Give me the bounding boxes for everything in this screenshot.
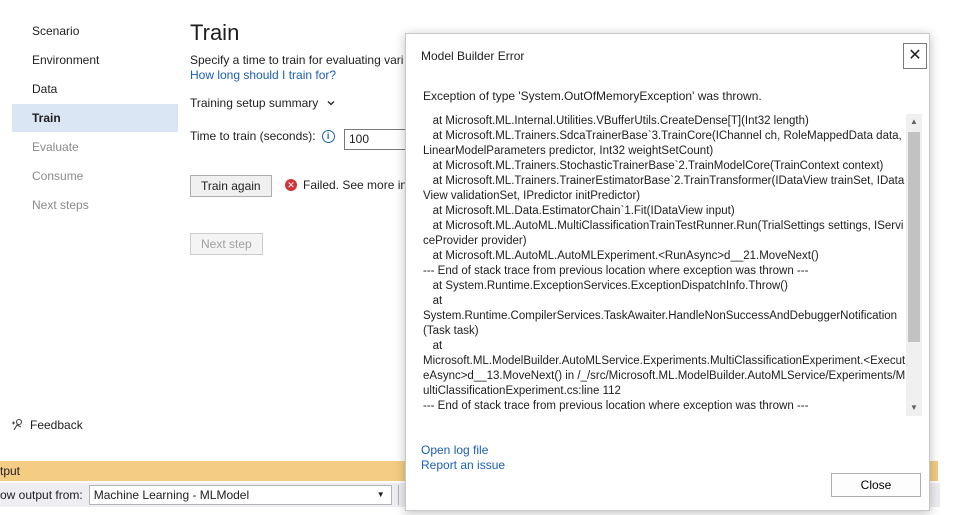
training-summary-toggle[interactable]: Training setup summary bbox=[190, 96, 336, 110]
feedback-label: Feedback bbox=[30, 418, 83, 432]
stack-trace-text: at Microsoft.ML.Internal.Utilities.VBuff… bbox=[423, 115, 906, 412]
sidebar-item-consume[interactable]: Consume bbox=[12, 162, 178, 190]
show-output-label: ow output from: bbox=[0, 488, 83, 502]
stack-trace-scrollbar[interactable]: ▲ ▼ bbox=[906, 114, 922, 416]
sidebar-item-evaluate[interactable]: Evaluate bbox=[12, 133, 178, 161]
sidebar: Scenario Environment Data Train Evaluate… bbox=[0, 0, 180, 455]
how-long-link[interactable]: How long should I train for? bbox=[190, 68, 336, 82]
scroll-thumb[interactable] bbox=[908, 132, 920, 342]
dropdown-arrow-icon: ▼ bbox=[376, 490, 385, 499]
page-title: Train bbox=[190, 20, 240, 45]
train-panel: Train Specify a time to train for evalua… bbox=[190, 0, 405, 455]
sidebar-item-train[interactable]: Train bbox=[12, 104, 178, 132]
dialog-title: Model Builder Error bbox=[421, 49, 525, 63]
sidebar-item-scenario[interactable]: Scenario bbox=[12, 17, 178, 45]
output-source-value: Machine Learning - MLModel bbox=[93, 488, 250, 502]
sidebar-item-data[interactable]: Data bbox=[12, 75, 178, 103]
train-again-button[interactable]: Train again bbox=[190, 175, 272, 197]
report-issue-link[interactable]: Report an issue bbox=[421, 458, 505, 472]
next-step-button[interactable]: Next step bbox=[190, 233, 263, 255]
toolbar-divider bbox=[397, 485, 399, 505]
sidebar-item-environment[interactable]: Environment bbox=[12, 46, 178, 74]
dialog-close-icon-button[interactable]: ✕ bbox=[903, 43, 927, 69]
time-label-text: Time to train (seconds): bbox=[190, 129, 316, 143]
status-message: ✕ Failed. See more in bbox=[285, 178, 405, 192]
info-icon[interactable]: i bbox=[321, 129, 335, 143]
error-dialog: Model Builder Error ✕ Exception of type … bbox=[405, 33, 930, 511]
status-text: Failed. See more in bbox=[303, 178, 405, 192]
stack-trace-box[interactable]: at Microsoft.ML.Internal.Utilities.VBuff… bbox=[423, 114, 922, 416]
scroll-down-icon[interactable]: ▼ bbox=[906, 400, 922, 416]
chevron-down-icon bbox=[327, 101, 335, 106]
error-message: Exception of type 'System.OutOfMemoryExc… bbox=[423, 89, 762, 103]
train-description: Specify a time to train for evaluating v… bbox=[190, 53, 404, 67]
dialog-close-button[interactable]: Close bbox=[831, 473, 921, 497]
summary-label: Training setup summary bbox=[190, 96, 319, 110]
error-icon: ✕ bbox=[285, 179, 297, 191]
scroll-up-icon[interactable]: ▲ bbox=[906, 114, 922, 130]
feedback-icon bbox=[12, 418, 23, 431]
sidebar-item-next-steps[interactable]: Next steps bbox=[12, 191, 178, 219]
feedback-link[interactable]: Feedback bbox=[10, 415, 83, 435]
time-to-train-input[interactable]: 100 bbox=[344, 129, 405, 150]
output-title: tput bbox=[0, 464, 21, 478]
output-source-select[interactable]: Machine Learning - MLModel ▼ bbox=[88, 485, 392, 505]
open-log-file-link[interactable]: Open log file bbox=[421, 443, 488, 457]
window: Scenario Environment Data Train Evaluate… bbox=[0, 0, 964, 515]
time-to-train-label: Time to train (seconds): i bbox=[190, 129, 335, 143]
